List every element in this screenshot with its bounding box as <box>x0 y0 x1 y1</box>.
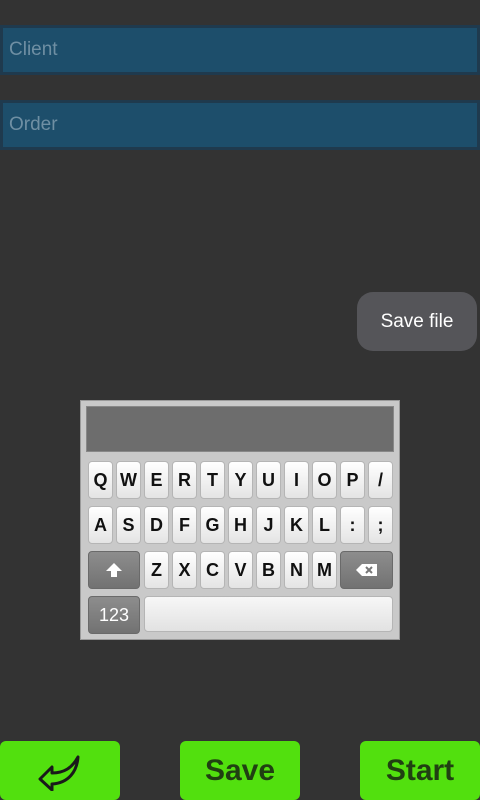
arrow-up-icon <box>106 563 122 577</box>
keyboard-display <box>86 406 394 452</box>
key-v[interactable]: V <box>228 551 253 589</box>
key-p[interactable]: P <box>340 461 365 499</box>
toast-label: Save file <box>380 310 454 332</box>
key-z[interactable]: Z <box>144 551 169 589</box>
save-file-toast: Save file <box>357 292 477 351</box>
key-g[interactable]: G <box>200 506 225 544</box>
key-t[interactable]: T <box>200 461 225 499</box>
back-arrow-icon <box>38 755 80 791</box>
order-input[interactable] <box>3 103 477 147</box>
save-button[interactable]: Save <box>180 741 300 800</box>
key-colon[interactable]: : <box>340 506 365 544</box>
save-button-label: Save <box>204 753 276 787</box>
key-b[interactable]: B <box>256 551 281 589</box>
key-y[interactable]: Y <box>228 461 253 499</box>
key-a[interactable]: A <box>88 506 113 544</box>
key-f[interactable]: F <box>172 506 197 544</box>
backspace-icon <box>355 564 377 576</box>
shift-key[interactable] <box>88 551 140 589</box>
key-s[interactable]: S <box>116 506 141 544</box>
on-screen-keyboard: Q W E R T Y U I O P / A S D F G H J K L … <box>80 400 400 640</box>
start-button-label: Start <box>385 753 455 787</box>
key-m[interactable]: M <box>312 551 337 589</box>
start-button[interactable]: Start <box>360 741 480 800</box>
key-o[interactable]: O <box>312 461 337 499</box>
backspace-key[interactable] <box>340 551 393 589</box>
key-d[interactable]: D <box>144 506 169 544</box>
key-semicolon[interactable]: ; <box>368 506 393 544</box>
key-u[interactable]: U <box>256 461 281 499</box>
client-field-container <box>0 25 480 75</box>
key-j[interactable]: J <box>256 506 281 544</box>
key-e[interactable]: E <box>144 461 169 499</box>
key-q[interactable]: Q <box>88 461 113 499</box>
key-w[interactable]: W <box>116 461 141 499</box>
key-k[interactable]: K <box>284 506 309 544</box>
key-slash[interactable]: / <box>368 461 393 499</box>
key-x[interactable]: X <box>172 551 197 589</box>
key-r[interactable]: R <box>172 461 197 499</box>
mode-123-key[interactable]: 123 <box>88 596 140 634</box>
key-i[interactable]: I <box>284 461 309 499</box>
back-button[interactable] <box>0 741 120 800</box>
key-h[interactable]: H <box>228 506 253 544</box>
space-key[interactable] <box>144 596 393 632</box>
client-input[interactable] <box>3 28 477 72</box>
key-l[interactable]: L <box>312 506 337 544</box>
key-n[interactable]: N <box>284 551 309 589</box>
key-c[interactable]: C <box>200 551 225 589</box>
order-field-container <box>0 100 480 150</box>
